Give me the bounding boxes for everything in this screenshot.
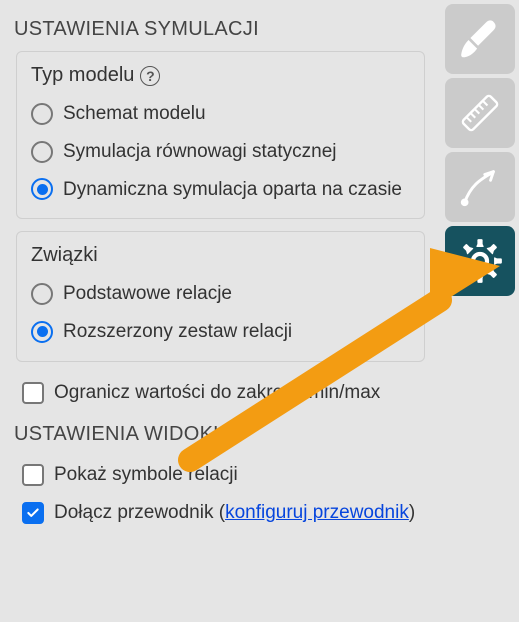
- checkbox-label: Ogranicz wartości do zakresu min/max: [54, 380, 380, 406]
- radio-icon: [31, 321, 53, 343]
- radio-icon: [31, 103, 53, 125]
- help-icon[interactable]: ?: [140, 66, 160, 86]
- radio-label: Dynamiczna symulacja oparta na czasie: [63, 178, 402, 202]
- checkbox-limit-range[interactable]: Ogranicz wartości do zakresu min/max: [18, 374, 425, 412]
- relations-title: Związki: [31, 244, 98, 267]
- checkbox-include-guide[interactable]: Dołącz przewodnik (konfiguruj przewodnik…: [12, 494, 425, 532]
- radio-label: Symulacja równowagi statycznej: [63, 140, 337, 164]
- guide-suffix: ): [409, 502, 415, 523]
- curve-tool-button[interactable]: [445, 152, 515, 222]
- radio-icon: [31, 178, 53, 200]
- settings-panel: USTAWIENIA SYMULACJI Typ modelu ? Schema…: [0, 0, 437, 622]
- checkbox-label: Dołącz przewodnik (konfiguruj przewodnik…: [54, 500, 415, 526]
- radio-icon: [31, 283, 53, 305]
- checkbox-label: Pokaż symbole relacji: [54, 462, 238, 488]
- model-type-title: Typ modelu: [31, 64, 134, 87]
- radio-icon: [31, 141, 53, 163]
- model-type-group: Typ modelu ? Schemat modelu Symulacja ró…: [16, 51, 425, 219]
- radio-model-static[interactable]: Symulacja równowagi statycznej: [31, 133, 412, 171]
- curve-arrow-icon: [457, 164, 503, 210]
- radio-relations-extended[interactable]: Rozszerzony zestaw relacji: [31, 313, 412, 351]
- gear-icon: [455, 236, 505, 286]
- checkbox-icon: [22, 502, 44, 524]
- checkbox-show-symbols[interactable]: Pokaż symbole relacji: [12, 456, 425, 494]
- guide-prefix: Dołącz przewodnik (: [54, 502, 225, 523]
- view-settings-title: USTAWIENIA WIDOKU: [14, 423, 425, 446]
- radio-relations-basic[interactable]: Podstawowe relacje: [31, 275, 412, 313]
- radio-label: Rozszerzony zestaw relacji: [63, 320, 292, 344]
- settings-tool-button[interactable]: [445, 226, 515, 296]
- ruler-icon: [457, 90, 503, 136]
- checkbox-icon: [22, 382, 44, 404]
- tool-sidebar: [441, 0, 519, 622]
- radio-model-diagram[interactable]: Schemat modelu: [31, 95, 412, 133]
- radio-model-dynamic[interactable]: Dynamiczna symulacja oparta na czasie: [31, 171, 412, 209]
- simulation-settings-title: USTAWIENIA SYMULACJI: [14, 18, 425, 41]
- radio-label: Podstawowe relacje: [63, 282, 232, 306]
- brush-icon: [457, 16, 503, 62]
- brush-tool-button[interactable]: [445, 4, 515, 74]
- ruler-tool-button[interactable]: [445, 78, 515, 148]
- radio-label: Schemat modelu: [63, 102, 206, 126]
- relations-group: Związki Podstawowe relacje Rozszerzony z…: [16, 231, 425, 362]
- configure-guide-link[interactable]: konfiguruj przewodnik: [225, 502, 409, 523]
- checkbox-icon: [22, 464, 44, 486]
